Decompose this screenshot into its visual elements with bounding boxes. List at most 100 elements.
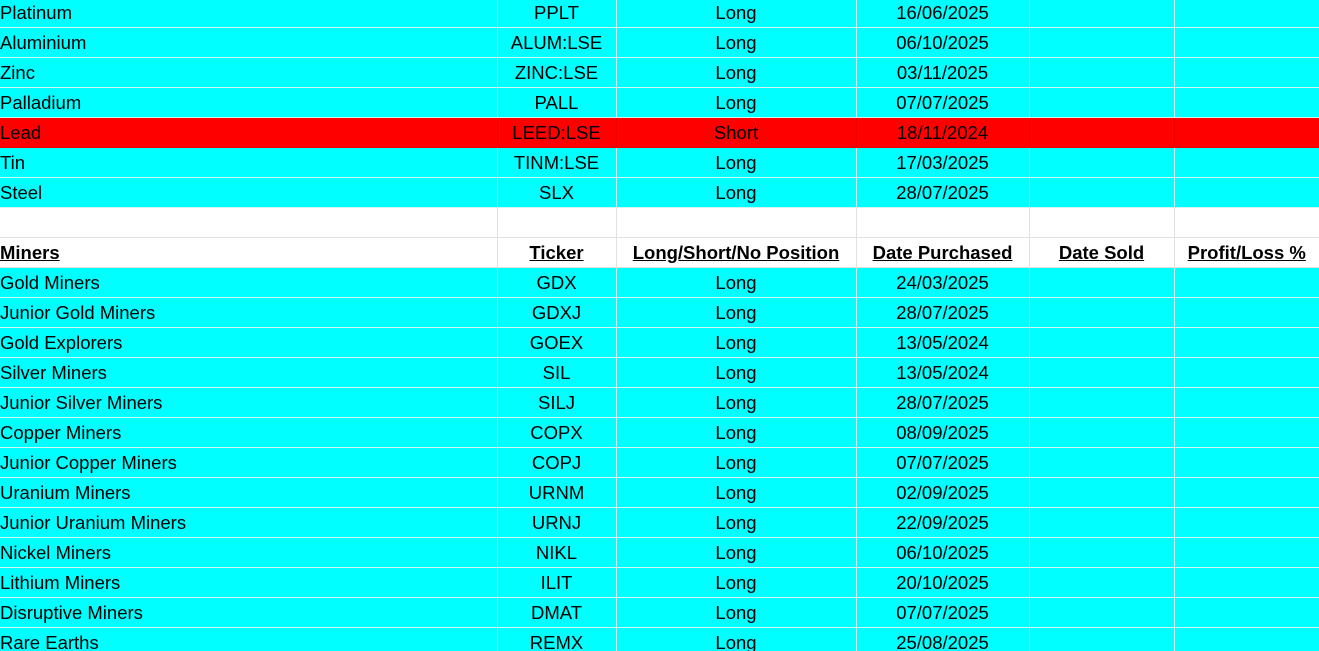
- profit-loss-cell[interactable]: [1173, 327, 1319, 358]
- profit-loss-cell[interactable]: [1173, 117, 1319, 148]
- profit-loss-cell[interactable]: [1173, 417, 1319, 448]
- profit-loss-cell[interactable]: [1173, 477, 1319, 508]
- date-purchased-cell[interactable]: 24/03/2025: [855, 267, 1030, 298]
- ticker-cell[interactable]: COPJ: [496, 447, 617, 478]
- profit-loss-cell[interactable]: [1173, 537, 1319, 568]
- ticker-cell[interactable]: GOEX: [496, 327, 617, 358]
- date-purchased-cell[interactable]: 16/06/2025: [855, 0, 1030, 28]
- date-sold-cell[interactable]: [1028, 297, 1175, 328]
- name-cell[interactable]: Junior Silver Miners: [0, 387, 498, 418]
- profit-loss-cell[interactable]: [1173, 177, 1319, 208]
- profit-loss-cell[interactable]: [1173, 57, 1319, 88]
- date-sold-cell[interactable]: [1028, 507, 1175, 538]
- header-date-sold[interactable]: Date Sold: [1028, 237, 1175, 268]
- date-sold-cell[interactable]: [1028, 0, 1175, 28]
- name-cell[interactable]: Zinc: [0, 57, 498, 88]
- ticker-cell[interactable]: TINM:LSE: [496, 147, 617, 178]
- name-cell[interactable]: Junior Uranium Miners: [0, 507, 498, 538]
- name-cell[interactable]: Rare Earths: [0, 627, 498, 651]
- position-cell[interactable]: Long: [615, 567, 857, 598]
- position-cell[interactable]: Long: [615, 297, 857, 328]
- position-cell[interactable]: Long: [615, 87, 857, 118]
- position-cell[interactable]: Long: [615, 267, 857, 298]
- date-purchased-cell[interactable]: 07/07/2025: [855, 447, 1030, 478]
- date-sold-cell[interactable]: [1028, 597, 1175, 628]
- date-sold-cell[interactable]: [1028, 27, 1175, 58]
- position-cell[interactable]: Long: [615, 477, 857, 508]
- ticker-cell[interactable]: NIKL: [496, 537, 617, 568]
- ticker-cell[interactable]: LEED:LSE: [496, 117, 617, 148]
- date-purchased-cell[interactable]: 28/07/2025: [855, 387, 1030, 418]
- date-purchased-cell[interactable]: 08/09/2025: [855, 417, 1030, 448]
- position-cell[interactable]: Long: [615, 27, 857, 58]
- date-sold-cell[interactable]: [1028, 117, 1175, 148]
- name-cell[interactable]: Aluminium: [0, 27, 498, 58]
- name-cell[interactable]: Copper Miners: [0, 417, 498, 448]
- ticker-cell[interactable]: SIL: [496, 357, 617, 388]
- empty-cell[interactable]: [0, 207, 498, 238]
- name-cell[interactable]: Gold Explorers: [0, 327, 498, 358]
- date-purchased-cell[interactable]: 13/05/2024: [855, 327, 1030, 358]
- ticker-cell[interactable]: REMX: [496, 627, 617, 651]
- date-purchased-cell[interactable]: 13/05/2024: [855, 357, 1030, 388]
- date-sold-cell[interactable]: [1028, 537, 1175, 568]
- ticker-cell[interactable]: COPX: [496, 417, 617, 448]
- date-purchased-cell[interactable]: 28/07/2025: [855, 177, 1030, 208]
- name-cell[interactable]: Uranium Miners: [0, 477, 498, 508]
- date-purchased-cell[interactable]: 07/07/2025: [855, 597, 1030, 628]
- date-purchased-cell[interactable]: 17/03/2025: [855, 147, 1030, 178]
- position-cell[interactable]: Long: [615, 447, 857, 478]
- date-purchased-cell[interactable]: 18/11/2024: [855, 117, 1030, 148]
- empty-cell[interactable]: [615, 207, 857, 238]
- date-sold-cell[interactable]: [1028, 87, 1175, 118]
- date-purchased-cell[interactable]: 06/10/2025: [855, 27, 1030, 58]
- position-cell[interactable]: Long: [615, 507, 857, 538]
- profit-loss-cell[interactable]: [1173, 627, 1319, 651]
- date-sold-cell[interactable]: [1028, 477, 1175, 508]
- date-purchased-cell[interactable]: 25/08/2025: [855, 627, 1030, 651]
- position-cell[interactable]: Long: [615, 387, 857, 418]
- position-cell[interactable]: Long: [615, 597, 857, 628]
- empty-cell[interactable]: [1173, 207, 1319, 238]
- header-date-purchased[interactable]: Date Purchased: [855, 237, 1030, 268]
- ticker-cell[interactable]: ILIT: [496, 567, 617, 598]
- name-cell[interactable]: Gold Miners: [0, 267, 498, 298]
- date-sold-cell[interactable]: [1028, 147, 1175, 178]
- ticker-cell[interactable]: SLX: [496, 177, 617, 208]
- header-ticker[interactable]: Ticker: [496, 237, 617, 268]
- date-sold-cell[interactable]: [1028, 387, 1175, 418]
- profit-loss-cell[interactable]: [1173, 597, 1319, 628]
- empty-cell[interactable]: [1028, 207, 1175, 238]
- ticker-cell[interactable]: DMAT: [496, 597, 617, 628]
- date-purchased-cell[interactable]: 07/07/2025: [855, 87, 1030, 118]
- date-purchased-cell[interactable]: 02/09/2025: [855, 477, 1030, 508]
- position-cell[interactable]: Long: [615, 537, 857, 568]
- position-cell[interactable]: Long: [615, 417, 857, 448]
- ticker-cell[interactable]: URNJ: [496, 507, 617, 538]
- name-cell[interactable]: Platinum: [0, 0, 498, 28]
- date-purchased-cell[interactable]: 22/09/2025: [855, 507, 1030, 538]
- header-miners[interactable]: Miners: [0, 237, 498, 268]
- ticker-cell[interactable]: GDX: [496, 267, 617, 298]
- profit-loss-cell[interactable]: [1173, 357, 1319, 388]
- ticker-cell[interactable]: PALL: [496, 87, 617, 118]
- date-sold-cell[interactable]: [1028, 327, 1175, 358]
- name-cell[interactable]: Silver Miners: [0, 357, 498, 388]
- date-sold-cell[interactable]: [1028, 177, 1175, 208]
- profit-loss-cell[interactable]: [1173, 147, 1319, 178]
- date-sold-cell[interactable]: [1028, 567, 1175, 598]
- profit-loss-cell[interactable]: [1173, 27, 1319, 58]
- name-cell[interactable]: Lead: [0, 117, 498, 148]
- profit-loss-cell[interactable]: [1173, 507, 1319, 538]
- position-cell[interactable]: Long: [615, 147, 857, 178]
- profit-loss-cell[interactable]: [1173, 267, 1319, 298]
- name-cell[interactable]: Tin: [0, 147, 498, 178]
- name-cell[interactable]: Junior Copper Miners: [0, 447, 498, 478]
- name-cell[interactable]: Steel: [0, 177, 498, 208]
- position-cell[interactable]: Long: [615, 0, 857, 28]
- date-sold-cell[interactable]: [1028, 357, 1175, 388]
- name-cell[interactable]: Lithium Miners: [0, 567, 498, 598]
- header-profit-loss[interactable]: Profit/Loss %: [1173, 237, 1319, 268]
- profit-loss-cell[interactable]: [1173, 297, 1319, 328]
- ticker-cell[interactable]: ALUM:LSE: [496, 27, 617, 58]
